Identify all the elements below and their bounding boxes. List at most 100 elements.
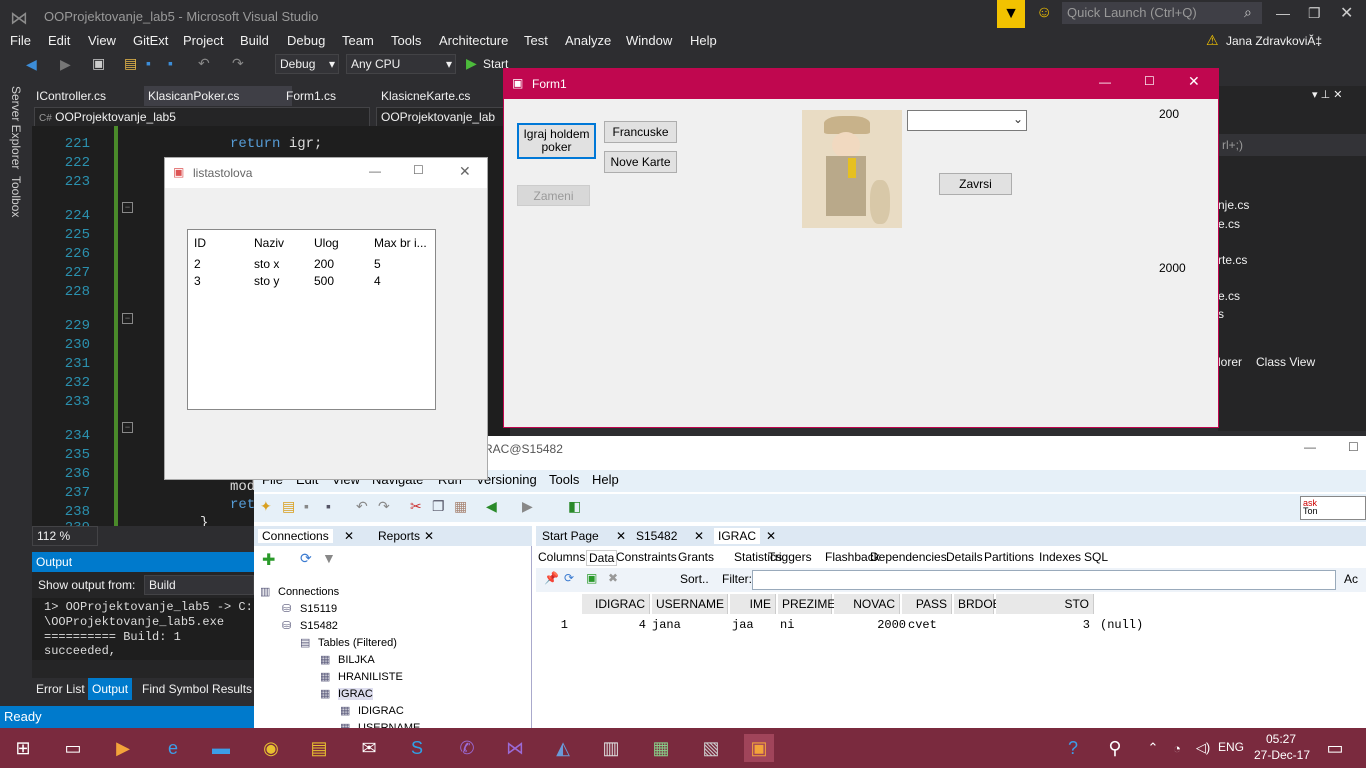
quick-launch-input[interactable]: Quick Launch (Ctrl+Q) <box>1062 2 1262 24</box>
list-cell[interactable]: sto y <box>254 274 279 288</box>
chart-app-icon[interactable]: ▦ <box>646 734 676 762</box>
subtab[interactable]: Constraints <box>616 550 677 564</box>
winforms-app-icon[interactable]: ▣ <box>744 734 774 762</box>
tree-node[interactable]: HRANILISTE <box>338 671 403 683</box>
close-icon[interactable]: ✕ <box>1188 73 1200 90</box>
back-icon[interactable]: ◀ <box>486 498 497 515</box>
subtab[interactable]: Indexes <box>1039 550 1081 564</box>
tab-igrac[interactable]: IGRAC <box>714 528 761 544</box>
open-icon[interactable]: ▤ <box>282 498 295 515</box>
close-icon[interactable]: ✕ <box>1340 3 1353 23</box>
tree-node[interactable]: Tables (Filtered) <box>318 637 397 649</box>
insert-row-icon[interactable]: ▣ <box>586 571 597 585</box>
mail-icon[interactable]: ✉ <box>354 734 384 762</box>
redo-icon[interactable]: ↷ <box>378 498 390 515</box>
clock-time[interactable]: 05:27 <box>1266 732 1296 746</box>
tab-connections[interactable]: Connections <box>258 529 333 543</box>
notifications-icon[interactable]: ▭ <box>1320 734 1350 762</box>
minimize-icon[interactable]: — <box>369 164 381 178</box>
column-header[interactable]: Ulog <box>314 236 339 250</box>
smiley-icon[interactable]: ☺ <box>1036 4 1052 22</box>
back-icon[interactable]: ◀ <box>26 56 37 73</box>
server-explorer-tab[interactable]: Server Explorer <box>9 86 23 169</box>
column-header[interactable]: BRDOBIJENIHPARTIJA <box>954 594 1087 614</box>
combo-box[interactable]: ⌄ <box>907 110 1027 131</box>
subtab[interactable]: Columns <box>538 550 585 564</box>
minimize-icon[interactable]: — <box>1304 440 1316 454</box>
tree-node[interactable]: S15119 <box>300 603 337 615</box>
stolovi-listview[interactable]: ID Naziv Ulog Max br i... 2 sto x 200 5 3 sto y 5… <box>187 229 436 410</box>
help-icon[interactable]: ? <box>1058 734 1088 762</box>
forward-icon[interactable]: ▶ <box>60 56 71 73</box>
copy-icon[interactable]: ❐ <box>432 498 445 515</box>
grid-cell[interactable]: (null) <box>1100 618 1143 632</box>
filter-icon[interactable]: ▼ <box>322 550 336 566</box>
tab-output[interactable]: Output <box>88 678 133 700</box>
new-icon[interactable]: ✦ <box>260 498 272 515</box>
add-connection-icon[interactable]: ✚ <box>262 550 275 570</box>
column-header[interactable]: Naziv <box>254 236 284 250</box>
list-cell[interactable]: 3 <box>194 274 201 288</box>
list-cell[interactable]: 5 <box>374 257 381 271</box>
file-item[interactable]: e.cs <box>1218 289 1240 303</box>
subtab[interactable]: Data <box>586 550 618 566</box>
minimize-icon[interactable]: — <box>1099 75 1111 89</box>
menu-team[interactable]: Team <box>342 33 374 48</box>
open-icon[interactable]: ▤ <box>124 55 137 72</box>
subtab[interactable]: Grants <box>678 550 714 564</box>
maximize-icon[interactable]: ☐ <box>1144 74 1155 88</box>
new-project-icon[interactable]: ▣ <box>92 55 105 72</box>
platform-dropdown[interactable]: Any CPU ▾ <box>346 54 456 74</box>
column-header[interactable]: USERNAME <box>652 594 728 614</box>
collapse-icon[interactable]: − <box>122 313 133 324</box>
menu-view[interactable]: View <box>88 33 116 48</box>
menu-tools[interactable]: Tools <box>391 33 421 48</box>
list-cell[interactable]: 500 <box>314 274 334 288</box>
member-dropdown[interactable]: OOProjektovanje_lab <box>376 107 508 127</box>
edge-icon[interactable]: e <box>158 734 188 762</box>
clock-date[interactable]: 27-Dec-17 <box>1254 748 1310 762</box>
file-item[interactable]: rte.cs <box>1218 253 1247 267</box>
config-dropdown[interactable]: Debug ▾ <box>275 54 339 74</box>
zameni-button[interactable]: Zameni <box>517 185 590 206</box>
tree-node[interactable]: Connections <box>278 586 339 598</box>
column-header[interactable]: IME <box>730 594 776 614</box>
column-header[interactable]: NOVAC <box>834 594 900 614</box>
tab-klasicanpoker[interactable]: KlasicanPoker.cs <box>144 86 292 106</box>
zoom-dropdown[interactable]: 112 % <box>32 526 98 546</box>
user-name[interactable]: Jana ZdravkoviĂ‡ <box>1226 34 1322 48</box>
collapse-icon[interactable]: − <box>122 202 133 213</box>
menu-architecture[interactable]: Architecture <box>439 33 508 48</box>
francuske-button[interactable]: Francuske <box>604 121 677 143</box>
sql-menu-help[interactable]: Help <box>592 472 619 487</box>
photo-app-icon[interactable]: ▧ <box>696 734 726 762</box>
tree-node[interactable]: BILJKA <box>338 654 375 666</box>
computer-icon[interactable]: ▬ <box>206 734 236 762</box>
task-view-icon[interactable]: ▭ <box>58 734 88 762</box>
start-icon[interactable]: ▶ <box>466 55 477 72</box>
panel-pin-icon[interactable]: ▾ ⊥ ✕ <box>1312 88 1342 101</box>
menu-file[interactable]: File <box>10 33 31 48</box>
column-header[interactable]: PREZIME <box>778 594 835 614</box>
undo-icon[interactable]: ↶ <box>356 498 368 515</box>
menu-window[interactable]: Window <box>626 33 672 48</box>
column-header[interactable]: STO <box>996 594 1094 614</box>
close-icon[interactable]: ✕ <box>344 529 354 543</box>
cut-icon[interactable]: ✂ <box>410 498 422 515</box>
forward-icon[interactable]: ▶ <box>522 498 533 515</box>
column-header[interactable]: ID <box>194 236 206 250</box>
volume-icon[interactable]: ◁) <box>1188 734 1218 762</box>
close-icon[interactable]: ✕ <box>424 529 434 543</box>
pin-icon[interactable]: 📌 <box>544 571 559 585</box>
feedback-icon[interactable]: ▼ <box>997 0 1025 28</box>
tab-start-page[interactable]: Start Page <box>542 529 599 543</box>
refresh-icon[interactable]: ⟳ <box>300 550 312 567</box>
filter-input[interactable] <box>752 570 1336 590</box>
subtab[interactable]: Triggers <box>768 550 812 564</box>
language-indicator[interactable]: ENG <box>1218 740 1244 754</box>
sql-menu-tools[interactable]: Tools <box>549 472 579 487</box>
tree-node[interactable]: IGRAC <box>338 688 373 700</box>
column-header[interactable]: Max br i... <box>374 236 427 250</box>
maximize-icon[interactable]: ☐ <box>1348 440 1359 454</box>
tree-node[interactable]: S15482 <box>300 620 338 632</box>
